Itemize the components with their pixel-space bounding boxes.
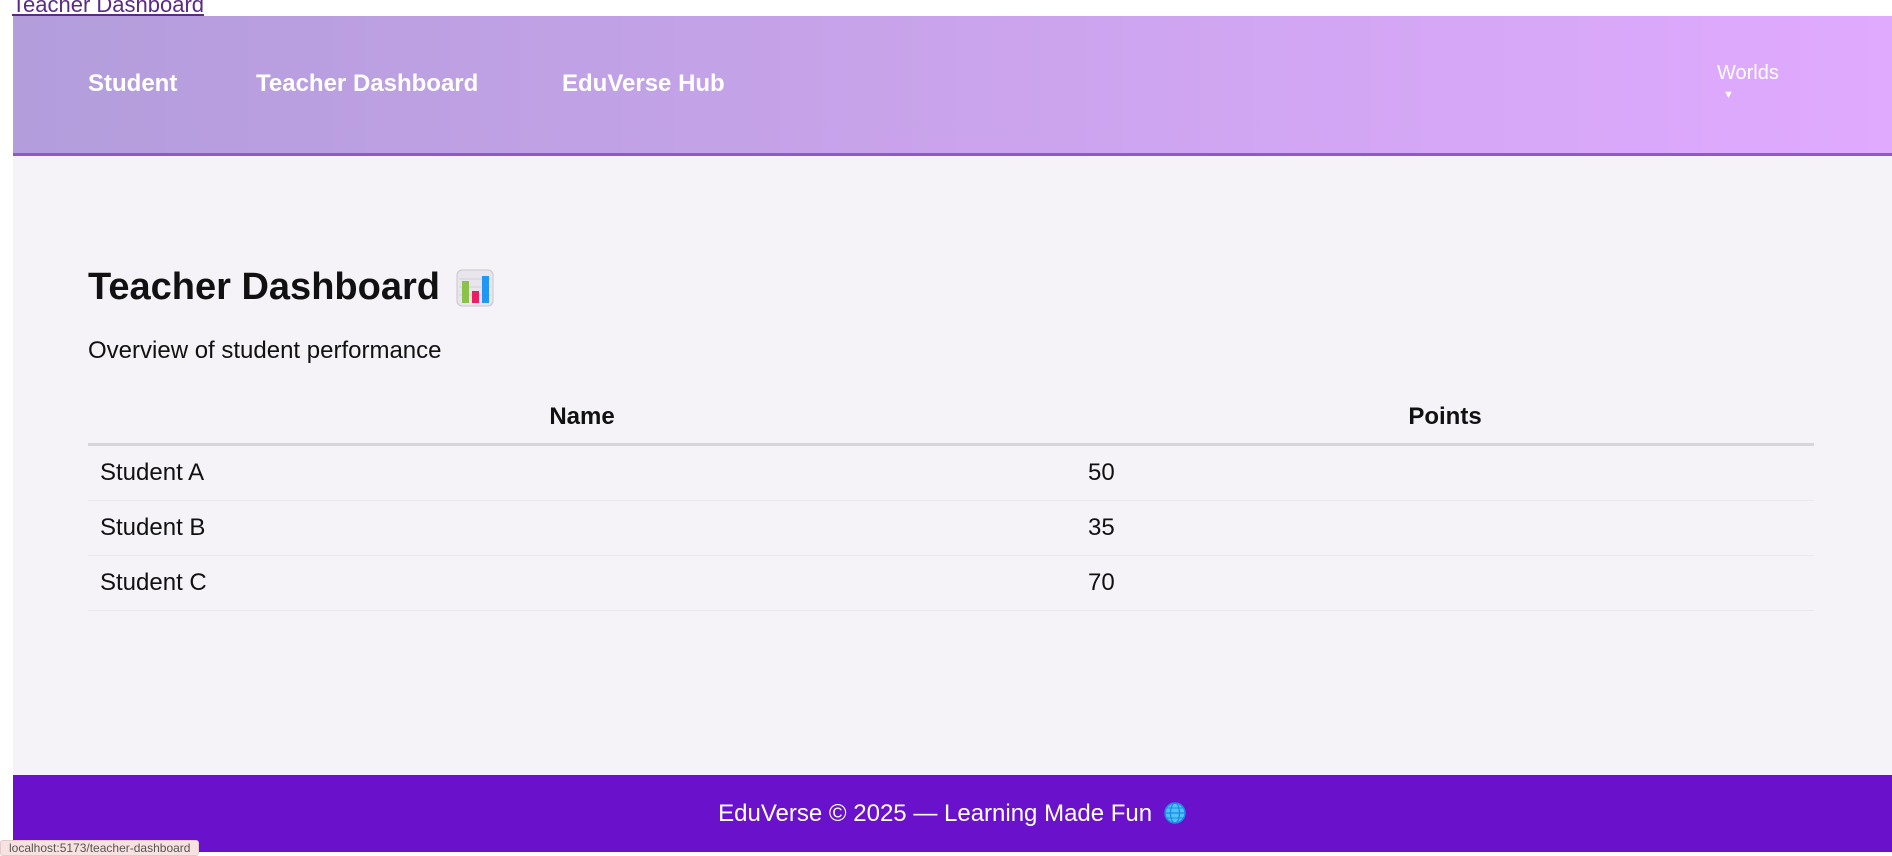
nav-link-eduverse-hub[interactable]: EduVerse Hub [562, 70, 725, 98]
table-header-row: Name Points [88, 393, 1814, 446]
table-row: Student B 35 [88, 500, 1814, 556]
footer: EduVerse © 2025 — Learning Made Fun [13, 775, 1892, 852]
nav-link-student[interactable]: Student [88, 70, 177, 98]
column-header-points: Points [1076, 393, 1814, 446]
status-bar-url: localhost:5173/teacher-dashboard [0, 840, 200, 856]
table-row: Student A 50 [88, 444, 1814, 501]
student-name-cell: Student A [88, 444, 1076, 501]
main-content: Teacher Dashboard Overview of student pe… [88, 266, 1814, 611]
student-points-cell: 70 [1076, 555, 1814, 611]
worlds-dropdown[interactable]: Worlds ▼ [1717, 62, 1779, 101]
globe-icon [1159, 800, 1187, 827]
app-frame: Student Teacher Dashboard EduVerse Hub W… [13, 16, 1892, 852]
navbar: Student Teacher Dashboard EduVerse Hub W… [13, 16, 1892, 156]
chevron-down-icon: ▼ [1723, 89, 1734, 101]
page-subtitle: Overview of student performance [88, 337, 442, 364]
table-row: Student C 70 [88, 555, 1814, 611]
worlds-dropdown-label: Worlds [1717, 62, 1779, 84]
top-link-teacher-dashboard[interactable]: Teacher Dashboard [12, 0, 204, 16]
student-name-cell: Student B [88, 500, 1076, 556]
footer-text: EduVerse © 2025 — Learning Made Fun [718, 800, 1153, 827]
bar-chart-icon [456, 269, 494, 307]
student-name-cell: Student C [88, 555, 1076, 611]
page-title: Teacher Dashboard [88, 266, 1814, 309]
nav-link-teacher-dashboard[interactable]: Teacher Dashboard [256, 70, 478, 98]
student-points-cell: 50 [1076, 444, 1814, 501]
student-performance-table: Name Points Student A 50 Student B 35 St… [88, 393, 1814, 611]
column-header-name: Name [88, 393, 1076, 446]
page-title-text: Teacher Dashboard [88, 266, 440, 308]
student-points-cell: 35 [1076, 500, 1814, 556]
